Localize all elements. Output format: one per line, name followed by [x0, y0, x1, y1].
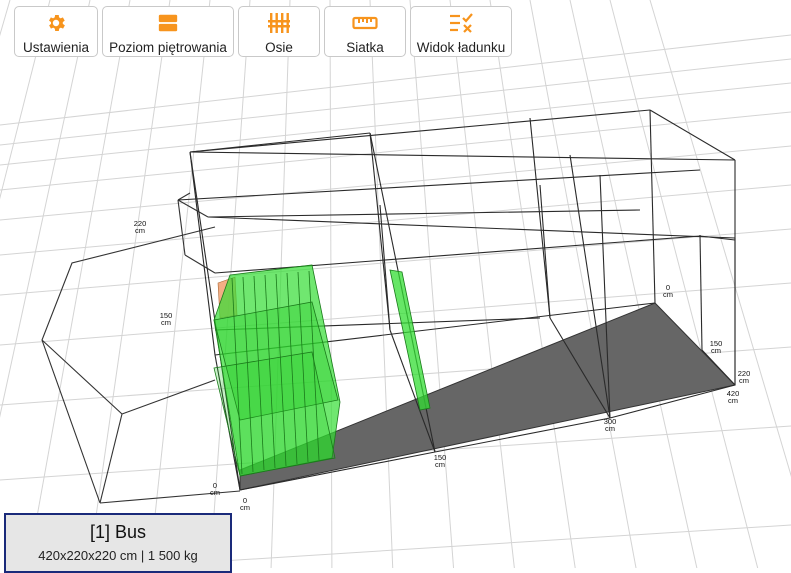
- grid-line: [0, 0, 11, 37]
- dimension-tick-label: 150 cm: [160, 311, 173, 327]
- vehicle-cab: [41, 192, 241, 504]
- vehicle-info-panel[interactable]: [1] Bus 420x220x220 cm | 1 500 kg: [4, 513, 232, 573]
- dimension-tick-label: 300 cm: [604, 417, 617, 433]
- grid-line: [0, 0, 91, 418]
- axles-button[interactable]: Osie: [238, 6, 320, 57]
- cargo-view-button[interactable]: Widok ładunku: [410, 6, 512, 57]
- grid-button[interactable]: Siatka: [324, 6, 406, 57]
- dimension-tick-label: 0 cm: [210, 481, 220, 497]
- cargo-view-label: Widok ładunku: [416, 40, 506, 55]
- grid-line: [489, 0, 576, 568]
- vehicle-title: [1] Bus: [89, 522, 147, 542]
- dimension-tick-label: 220 cm: [134, 219, 147, 235]
- cargo-item-panel[interactable]: [389, 269, 431, 411]
- axles-label: Osie: [265, 40, 293, 55]
- ruler-icon: [352, 11, 378, 35]
- dimension-tick-label: 420 cm: [727, 389, 740, 405]
- stack-layers-icon: [155, 11, 181, 35]
- dimension-tick-label: 150 cm: [710, 339, 723, 355]
- grid-line: [409, 0, 455, 568]
- cargo-3d-view[interactable]: 220 cm 150 cm 0 cm 0 cm 150 cm 300 cm 420 cm 220 cm 150 c…: [0, 0, 791, 568]
- stacking-level-label: Poziom piętrowania: [109, 40, 227, 55]
- grid-label: Siatka: [346, 40, 384, 55]
- dimension-tick-label: 0 cm: [240, 496, 250, 512]
- dimension-tick-label: 0 cm: [663, 283, 673, 299]
- vehicle-details: 420x220x220 cm | 1 500 kg: [38, 548, 198, 563]
- grid-line: [148, 0, 211, 568]
- grid-line: [369, 0, 394, 568]
- list-check-icon: [448, 11, 474, 35]
- settings-label: Ustawienia: [22, 40, 90, 55]
- settings-button[interactable]: Ustawienia: [14, 6, 98, 57]
- grid-line: [0, 58, 791, 146]
- dimension-tick-label: 220 cm: [738, 369, 751, 385]
- grid-line: [0, 184, 791, 256]
- grid-line: [449, 0, 515, 568]
- grid-line: [27, 0, 131, 568]
- grid-line: [0, 0, 51, 200]
- dimension-tick-label: 150 cm: [434, 453, 447, 469]
- gear-icon: [43, 11, 69, 35]
- toolbar: Ustawienia Poziom piętrowania Osie Siatk…: [14, 6, 512, 57]
- grid-line: [0, 145, 791, 221]
- axles-icon: [266, 11, 292, 35]
- grid-line: [329, 0, 333, 568]
- stacking-level-button[interactable]: Poziom piętrowania: [102, 6, 234, 57]
